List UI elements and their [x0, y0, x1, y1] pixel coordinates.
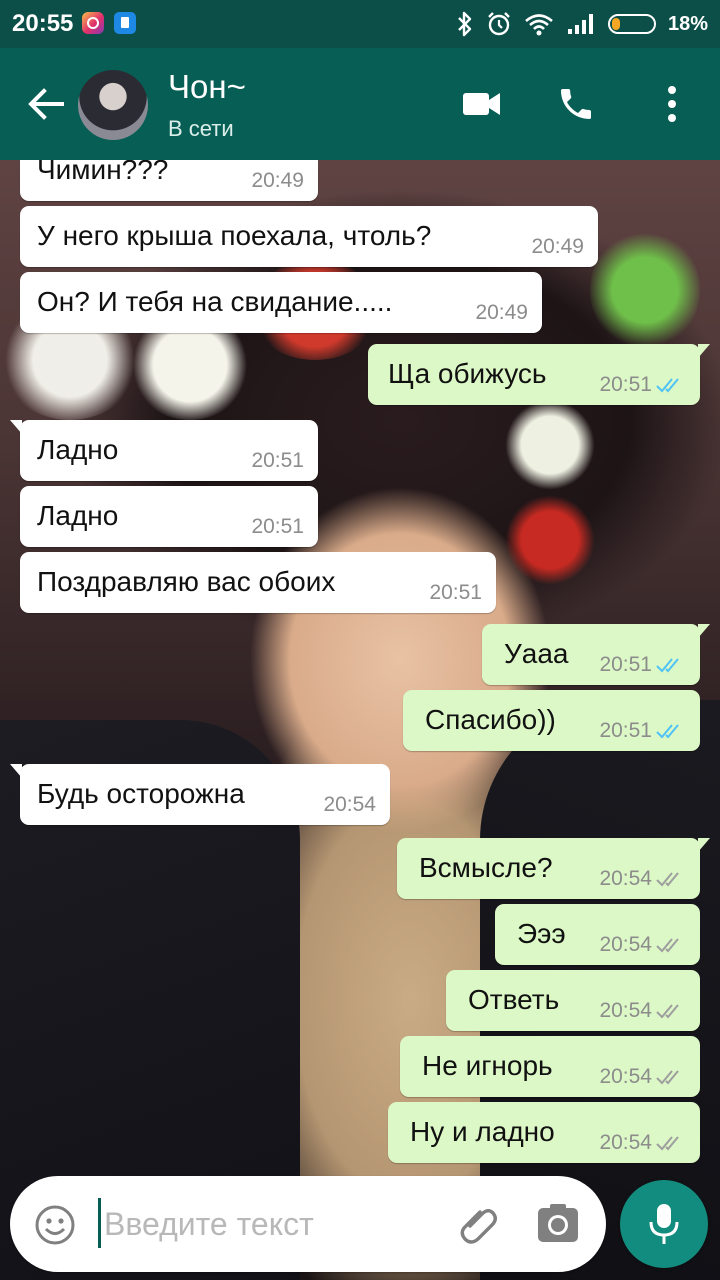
message-time: 20:51	[251, 449, 304, 472]
message-time: 20:54	[323, 793, 376, 816]
alarm-icon	[488, 12, 510, 36]
bubble-tail	[10, 420, 22, 434]
message-time: 20:54	[599, 867, 652, 890]
message-text: Ответь	[468, 984, 560, 1015]
video-call-icon[interactable]	[462, 84, 502, 124]
avatar[interactable]	[78, 70, 148, 140]
message-list[interactable]: Чимин??? 20:49 У него крыша поехала, что…	[0, 160, 720, 1175]
back-arrow-icon[interactable]	[26, 84, 66, 124]
delivered-ticks-icon	[656, 1070, 679, 1085]
message-text: Чимин???	[37, 160, 169, 185]
message-time: 20:49	[531, 235, 584, 258]
chat-header: Чон~ В сети	[0, 48, 720, 160]
message-text: У него крыша поехала, чтоль?	[37, 220, 432, 251]
bubble-tail	[698, 344, 710, 358]
message-time: 20:49	[475, 301, 528, 324]
read-ticks-icon	[656, 378, 679, 393]
message-time: 20:54	[599, 1065, 652, 1088]
outgoing-message[interactable]: Не игнорь 20:54	[400, 1036, 700, 1097]
bluetooth-icon	[458, 11, 472, 37]
message-text: Ладно	[37, 434, 119, 465]
camera-icon[interactable]	[536, 1202, 580, 1246]
message-text: Эээ	[517, 918, 566, 949]
message-text: Спасибо))	[425, 704, 556, 735]
app-icon	[114, 12, 136, 34]
message-input[interactable]	[102, 1194, 436, 1254]
delivered-ticks-icon	[656, 1004, 679, 1019]
message-time: 20:54	[599, 933, 652, 956]
message-time: 20:51	[429, 581, 482, 604]
message-text: Поздравляю вас обоих	[37, 566, 336, 597]
outgoing-message[interactable]: Ответь 20:54	[446, 970, 700, 1031]
instagram-icon	[82, 12, 104, 34]
more-vert-icon[interactable]	[660, 84, 684, 124]
outgoing-message[interactable]: Всмысле? 20:54	[397, 838, 710, 899]
message-time: 20:51	[599, 719, 652, 742]
delivered-ticks-icon	[656, 872, 679, 887]
message-composer	[10, 1176, 606, 1272]
delivered-ticks-icon	[656, 938, 679, 953]
message-time: 20:54	[599, 999, 652, 1022]
message-time: 20:51	[599, 373, 652, 396]
message-text: Ну и ладно	[410, 1116, 555, 1147]
outgoing-message[interactable]: Эээ 20:54	[495, 904, 700, 965]
incoming-message[interactable]: У него крыша поехала, чтоль? 20:49	[20, 206, 598, 267]
bubble-tail	[698, 624, 710, 638]
incoming-message[interactable]: Он? И тебя на свидание..... 20:49	[20, 272, 542, 333]
bubble-tail	[698, 838, 710, 852]
message-text: Уааа	[504, 638, 569, 669]
message-text: Ладно	[37, 500, 119, 531]
read-ticks-icon	[656, 658, 679, 673]
incoming-message[interactable]: Поздравляю вас обоих 20:51	[20, 552, 496, 613]
emoji-icon[interactable]	[34, 1204, 76, 1246]
text-caret	[98, 1198, 101, 1248]
incoming-message[interactable]: Ладно 20:51	[10, 420, 318, 481]
mic-button[interactable]	[620, 1180, 708, 1268]
outgoing-message[interactable]: Ща обижусь 20:51	[368, 344, 710, 405]
incoming-message[interactable]: Ладно 20:51	[20, 486, 318, 547]
message-text: Всмысле?	[419, 852, 553, 883]
attach-icon[interactable]	[456, 1202, 500, 1246]
message-text: Будь осторожна	[37, 778, 245, 809]
message-text: Ща обижусь	[388, 358, 547, 389]
message-time: 20:54	[599, 1131, 652, 1154]
phone-icon[interactable]	[556, 84, 596, 124]
status-time: 20:55	[12, 10, 74, 37]
outgoing-message[interactable]: Спасибо)) 20:51	[403, 690, 700, 751]
battery-icon	[607, 14, 656, 34]
contact-name[interactable]: Чон~	[168, 68, 246, 106]
message-time: 20:51	[599, 653, 652, 676]
message-text: Не игнорь	[422, 1050, 553, 1081]
outgoing-message[interactable]: Ну и ладно 20:54	[388, 1102, 700, 1163]
mic-icon	[649, 1204, 679, 1244]
outgoing-message[interactable]: Уааа 20:51	[482, 624, 710, 685]
wifi-icon	[525, 14, 553, 36]
read-ticks-icon	[656, 724, 679, 739]
incoming-message[interactable]: Будь осторожна 20:54	[10, 764, 390, 825]
bubble-tail	[10, 764, 22, 778]
signal-icon	[567, 14, 593, 34]
battery-percent: 18%	[667, 12, 708, 35]
message-time: 20:49	[251, 169, 304, 192]
delivered-ticks-icon	[656, 1136, 679, 1151]
contact-status: В сети	[168, 116, 234, 141]
message-text: Он? И тебя на свидание.....	[37, 286, 393, 317]
incoming-message[interactable]: Чимин??? 20:49	[20, 160, 318, 201]
status-bar: 20:55 18%	[0, 0, 720, 48]
message-time: 20:51	[251, 515, 304, 538]
